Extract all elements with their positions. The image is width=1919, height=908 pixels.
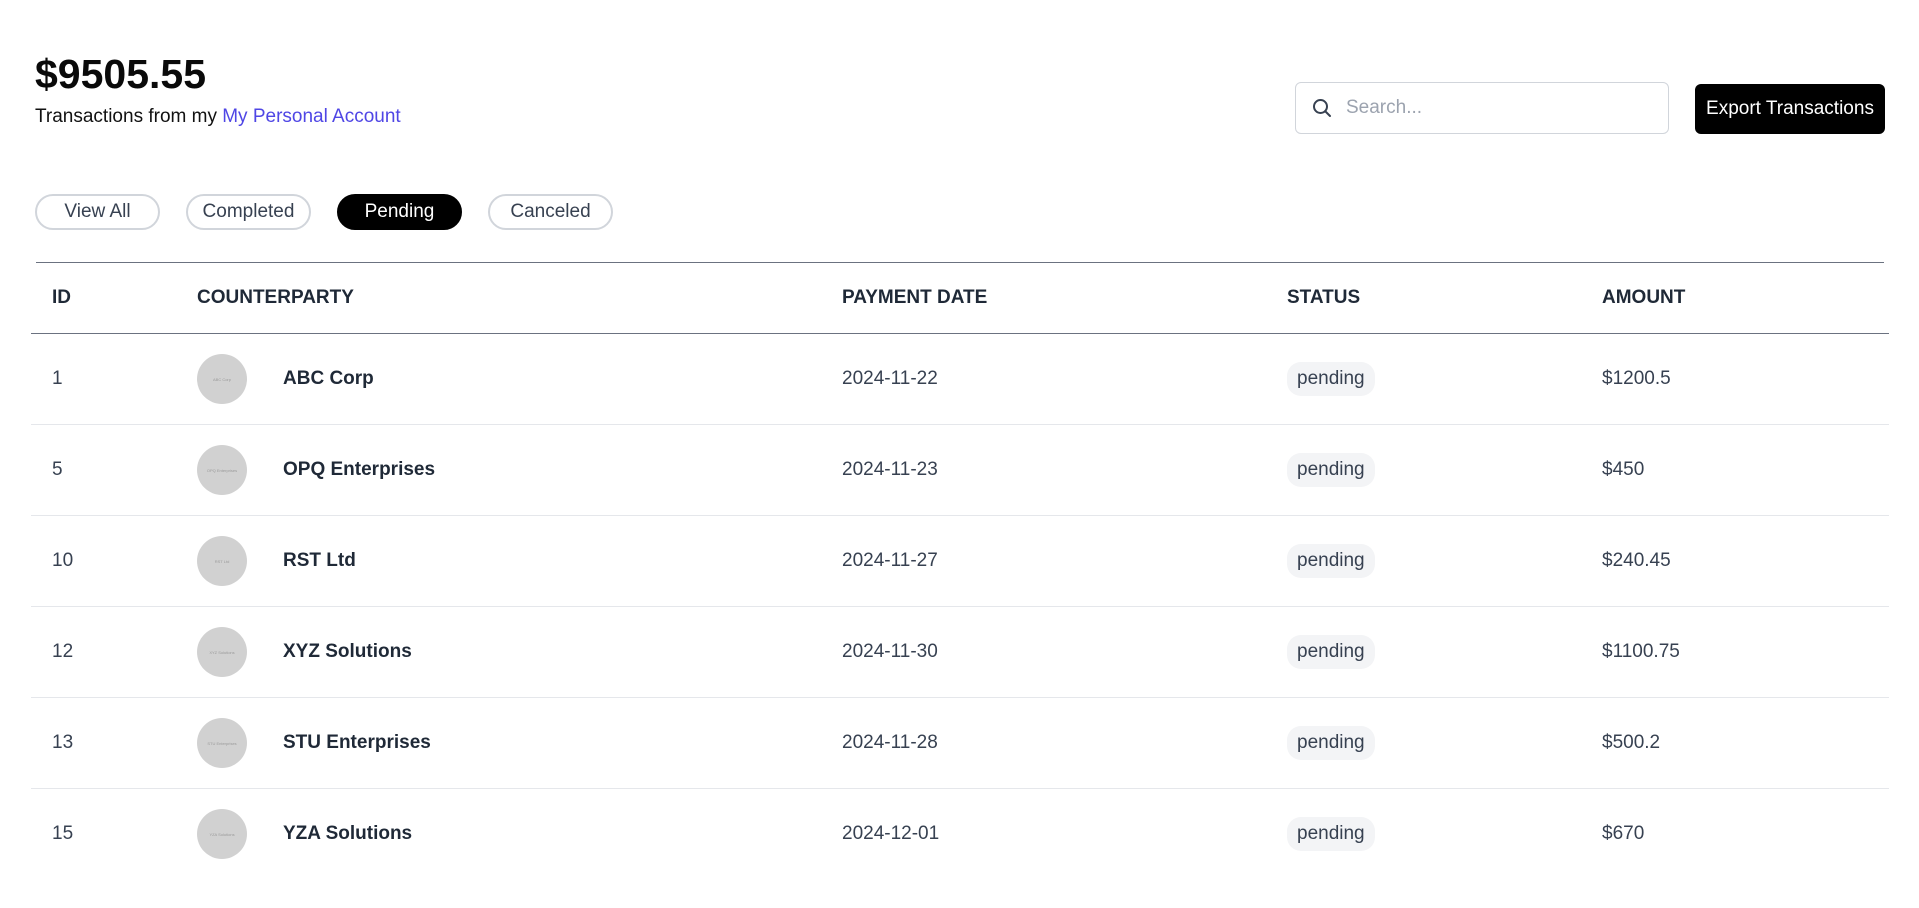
filter-canceled[interactable]: Canceled [488,194,613,230]
cell-amount: $500.2 [1602,697,1889,789]
search-icon [1310,96,1334,120]
search-box[interactable] [1295,82,1669,134]
account-link[interactable]: My Personal Account [222,106,400,127]
cell-payment-date: 2024-12-01 [842,823,940,844]
avatar: ABC Corp [197,354,247,404]
filter-pending[interactable]: Pending [337,194,462,230]
cell-counterparty: YZA Solutions YZA Solutions [197,789,842,880]
avatar: XYZ Solutions [197,627,247,677]
counterparty-name: RST Ltd [283,550,356,571]
counterparty-name: OPQ Enterprises [283,459,436,480]
status-badge: pending [1287,362,1375,396]
cell-amount: $1100.75 [1602,606,1889,698]
table-row[interactable]: 12 XYZ Solutions XYZ Solutions 2024-11-3… [31,606,1889,698]
cell-amount: $1200.5 [1602,333,1889,425]
status-badge: pending [1287,635,1375,669]
column-header-amount[interactable]: AMOUNT [1602,263,1889,334]
cell-id: 10 [31,515,197,607]
cell-amount: $670 [1602,823,1645,844]
cell-status: pending [1287,515,1602,607]
table-row[interactable]: 13 STU Enterprises STU Enterprises 2024-… [31,697,1889,789]
counterparty-name: STU Enterprises [283,732,431,753]
status-badge: pending [1287,453,1375,487]
avatar: OPQ Enterprises [197,445,247,495]
table-row[interactable]: 10 RST Ltd RST Ltd 2024-11-27 pending $2… [31,515,1889,607]
page-subtitle: Transactions from my My Personal Account [35,106,401,128]
cell-status: pending [1287,606,1602,698]
cell-id: 5 [31,424,197,516]
status-badge: pending [1287,817,1375,851]
account-balance: $9505.55 [35,51,207,97]
table-row[interactable]: 1 ABC Corp ABC Corp 2024-11-22 pending $… [31,333,1889,425]
filter-completed[interactable]: Completed [186,194,311,230]
cell-status: pending [1287,789,1602,880]
cell-payment-date: 2024-11-30 [842,606,1287,698]
avatar: YZA Solutions [197,809,247,859]
cell-counterparty: ABC Corp ABC Corp [197,333,842,425]
transactions-table: ID COUNTERPARTY PAYMENT DATE STATUS AMOU… [31,262,1889,879]
cell-counterparty: XYZ Solutions XYZ Solutions [197,606,842,698]
status-badge: pending [1287,726,1375,760]
cell-id: 13 [31,697,197,789]
cell-status: pending [1287,333,1602,425]
column-header-status[interactable]: STATUS [1287,263,1602,334]
counterparty-name: XYZ Solutions [283,641,412,662]
counterparty-name: YZA Solutions [283,823,413,844]
cell-payment-date: 2024-11-22 [842,333,1287,425]
cell-status: pending [1287,424,1602,516]
cell-id: 12 [31,606,197,698]
table-row[interactable]: 15 YZA Solutions YZA Solutions 2024-12-0… [31,789,1889,880]
filter-view-all[interactable]: View All [35,194,160,230]
column-header-counterparty[interactable]: COUNTERPARTY [197,263,842,334]
cell-counterparty: STU Enterprises STU Enterprises [197,697,842,789]
cell-payment-date: 2024-11-27 [842,515,1287,607]
cell-counterparty: OPQ Enterprises OPQ Enterprises [197,424,842,516]
column-header-id[interactable]: ID [31,263,197,334]
cell-status: pending [1287,697,1602,789]
cell-amount: $450 [1602,424,1889,516]
cell-id: 1 [31,333,197,425]
table-row[interactable]: 5 OPQ Enterprises OPQ Enterprises 2024-1… [31,424,1889,516]
cell-payment-date: 2024-11-23 [842,424,1287,516]
status-badge: pending [1287,544,1375,578]
cell-payment-date: 2024-11-28 [842,697,1287,789]
page-header: $9505.55 Transactions from my My Persona… [35,50,401,128]
cell-amount: $240.45 [1602,515,1889,607]
column-header-payment-date[interactable]: PAYMENT DATE [842,263,1287,334]
status-filter-group: View All Completed Pending Canceled [35,194,613,230]
counterparty-name: ABC Corp [283,368,374,389]
export-transactions-button[interactable]: Export Transactions [1695,84,1885,134]
search-input[interactable] [1344,82,1668,134]
cell-counterparty: RST Ltd RST Ltd [197,515,842,607]
avatar: STU Enterprises [197,718,247,768]
avatar: RST Ltd [197,536,247,586]
cell-id: 15 [52,823,74,844]
subtitle-text: Transactions from my [35,106,217,127]
table-header-row: ID COUNTERPARTY PAYMENT DATE STATUS AMOU… [31,263,1889,334]
